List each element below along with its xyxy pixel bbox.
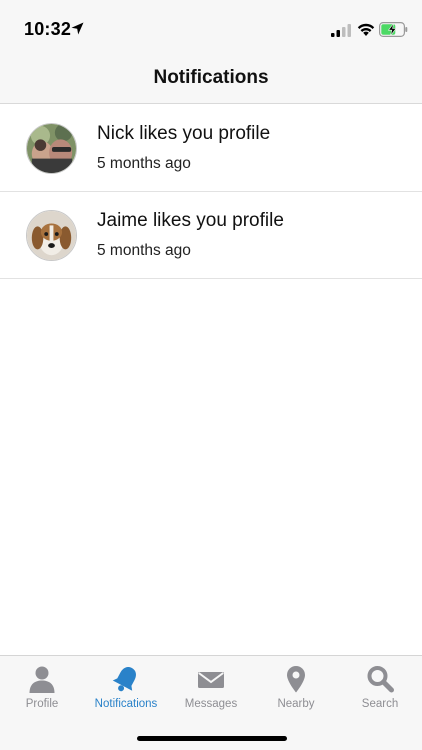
tab-label: Nearby (277, 698, 315, 710)
notification-time: 5 months ago (97, 242, 191, 259)
battery-charging-icon (379, 22, 408, 37)
home-indicator[interactable] (137, 736, 287, 741)
photo-avatar-icon (27, 124, 76, 173)
avatar (26, 123, 77, 174)
wifi-icon (357, 23, 375, 36)
page-title: Notifications (153, 67, 269, 88)
cellular-signal-icon (331, 24, 351, 37)
map-pin-icon (287, 666, 305, 693)
location-arrow-icon (71, 22, 84, 35)
envelope-icon (198, 672, 224, 688)
status-bar: 10:32 (0, 0, 422, 56)
magnifier-icon (367, 666, 394, 693)
dog-photo-avatar-icon (27, 211, 76, 260)
notification-time: 5 months ago (97, 155, 191, 172)
top-bar: 10:32 Notifications (0, 0, 422, 104)
avatar (26, 210, 77, 261)
notification-title: Nick likes you profile (97, 123, 271, 144)
status-time: 10:32 (24, 19, 72, 39)
tab-label: Search (361, 698, 399, 710)
tab-search[interactable]: Search (338, 656, 422, 718)
tab-label: Profile (25, 698, 59, 710)
bell-icon (112, 666, 136, 692)
tab-nearby[interactable]: Nearby (254, 656, 338, 718)
notification-title: Jaime likes you profile (97, 210, 284, 231)
tab-profile[interactable]: Profile (0, 656, 84, 718)
tab-label: Messages (184, 698, 238, 710)
tab-messages[interactable]: Messages (169, 656, 253, 718)
tab-label: Notifications (94, 698, 158, 710)
notification-list: Nick likes you profile 5 months ago Jaim… (0, 105, 422, 279)
tab-notifications[interactable]: Notifications (84, 656, 168, 718)
tab-bar: Profile Notifications Messages Nearby Se… (0, 655, 422, 750)
notification-row[interactable]: Jaime likes you profile 5 months ago (0, 192, 422, 279)
person-icon (29, 666, 55, 693)
notification-row[interactable]: Nick likes you profile 5 months ago (0, 105, 422, 192)
